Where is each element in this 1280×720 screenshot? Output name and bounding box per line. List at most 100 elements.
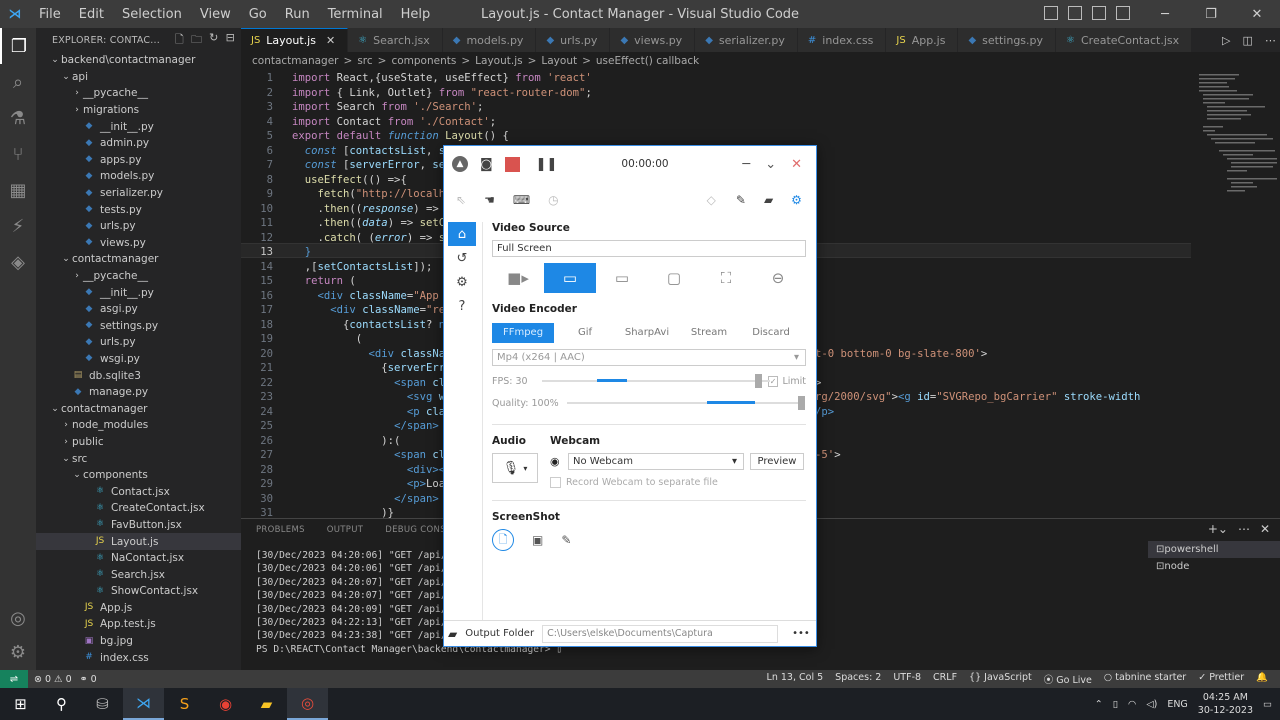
tree-file[interactable]: ◆ urls.py	[36, 218, 241, 235]
tab-models-py[interactable]: ◆ models.py	[442, 28, 537, 52]
encoder-tab-gif[interactable]: Gif	[554, 323, 616, 343]
settings-gear-icon[interactable]: ⚙	[0, 634, 36, 670]
language-indicator[interactable]: ENG	[1167, 699, 1187, 710]
tree-file[interactable]: ◆ wsgi.py	[36, 351, 241, 368]
tab-settings-py[interactable]: ◆ settings.py	[958, 28, 1057, 52]
toggle-panel-icon[interactable]	[1068, 6, 1082, 20]
status-item[interactable]: CRLF	[933, 672, 957, 686]
clock[interactable]: 04:25 AM 30-12-2023	[1198, 691, 1253, 717]
disk-app-icon[interactable]: ⛁	[82, 688, 123, 720]
chrome-taskbar-icon[interactable]: ◉	[205, 688, 246, 720]
breadcrumb-item[interactable]: Layout	[541, 55, 577, 71]
tree-file[interactable]: ◆ __init__.py	[36, 118, 241, 135]
tab-urls-py[interactable]: ◆ urls.py	[536, 28, 611, 52]
webcam-select[interactable]: No Webcam ▾	[568, 453, 744, 470]
code-line[interactable]: import Contact from './Contact';	[292, 116, 496, 128]
menu-view[interactable]: View	[191, 7, 240, 22]
extensions-icon[interactable]: ▦	[0, 172, 36, 208]
close-tab-icon[interactable]: ✕	[326, 34, 335, 47]
new-file-icon[interactable]: 🗋	[175, 31, 184, 50]
tree-file[interactable]: ◆ asgi.py	[36, 301, 241, 318]
tree-folder[interactable]: ⌄ components	[36, 467, 241, 484]
toggle-sidebar-icon[interactable]	[1044, 6, 1058, 20]
status-item[interactable]: ○ tabnine starter	[1104, 672, 1186, 686]
fps-slider-knob[interactable]	[754, 374, 762, 388]
close-panel-icon[interactable]: ✕	[1260, 522, 1270, 536]
tree-folder[interactable]: › migrations	[36, 102, 241, 119]
code-line[interactable]: .catch( (error) => set	[292, 232, 458, 244]
output-folder-path[interactable]: C:\Users\elske\Documents\Captura	[542, 624, 779, 643]
code-line[interactable]: <p>Loadi	[292, 478, 458, 490]
code-line[interactable]: import { Link, Outlet} from "react-route…	[292, 87, 592, 99]
panel-tab-problems[interactable]: PROBLEMS	[256, 525, 305, 535]
run-icon[interactable]: ▷	[1222, 34, 1230, 47]
customize-layout-icon[interactable]	[1116, 6, 1130, 20]
tree-file[interactable]: JS App.test.js	[36, 616, 241, 633]
windows-start-icon[interactable]: ⊞	[0, 688, 41, 720]
pen-icon[interactable]: ✎	[736, 193, 746, 207]
notifications-icon[interactable]: ▭	[1263, 699, 1272, 710]
code-line[interactable]: <div></	[292, 464, 452, 476]
sublime-taskbar-icon[interactable]: S	[164, 688, 205, 720]
fps-slider[interactable]	[541, 374, 770, 388]
tree-file[interactable]: ◆ apps.py	[36, 152, 241, 169]
tree-file[interactable]: ◆ __init__.py	[36, 284, 241, 301]
tree-file[interactable]: JS App.js	[36, 600, 241, 617]
tree-folder[interactable]: ⌄ src	[36, 450, 241, 467]
captura-minimize-icon[interactable]: ─	[742, 157, 750, 172]
tab-serializer-py[interactable]: ◆ serializer.py	[695, 28, 798, 52]
code-line[interactable]: <div className="rela	[292, 304, 458, 316]
microphone-dropdown[interactable]: 🎙 ▾	[492, 453, 538, 483]
tree-file[interactable]: ⚛ NaContact.jsx	[36, 550, 241, 567]
tree-file[interactable]: # index.css	[36, 649, 241, 666]
encoder-tab-ffmpeg[interactable]: FFmpeg	[492, 323, 554, 343]
status-item[interactable]: Spaces: 2	[835, 672, 881, 686]
keystrokes-icon[interactable]: ⌨	[513, 193, 530, 207]
remote-icon[interactable]: ⚡	[0, 208, 36, 244]
close-icon[interactable]: ✕	[1234, 7, 1280, 22]
refresh-icon[interactable]: ↻	[209, 31, 218, 50]
tree-folder[interactable]: › node_modules	[36, 417, 241, 434]
docker-icon[interactable]: ◈	[0, 244, 36, 280]
menu-file[interactable]: File	[30, 7, 70, 22]
code-line[interactable]: return (	[292, 275, 356, 287]
usb-icon[interactable]: ▯	[1113, 699, 1118, 710]
file-explorer-taskbar-icon[interactable]: ▰	[246, 688, 287, 720]
help-icon[interactable]: ?	[448, 294, 476, 318]
click-hand-icon[interactable]: ☚	[484, 193, 495, 207]
region-source-icon[interactable]: ⛶	[700, 263, 752, 293]
preview-button[interactable]: Preview	[750, 453, 804, 470]
tree-file[interactable]: ▤ db.sqlite3	[36, 367, 241, 384]
cursor-icon[interactable]: ⇖	[456, 193, 466, 207]
save-to-disk-icon[interactable]: 🗋	[492, 529, 514, 551]
codec-select[interactable]: Mp4 (x264 | AAC) ▾	[492, 349, 806, 366]
tree-file[interactable]: ◆ manage.py	[36, 384, 241, 401]
tree-file[interactable]: ◆ settings.py	[36, 318, 241, 335]
output-folder-icon[interactable]: ▰	[448, 627, 457, 641]
code-line[interactable]: fetch("http://localhos	[292, 188, 458, 200]
tab-search-jsx[interactable]: ⚛ Search.jsx	[348, 28, 443, 52]
menu-terminal[interactable]: Terminal	[319, 7, 392, 22]
vscode-taskbar-icon[interactable]: ⋊	[123, 688, 164, 720]
code-line[interactable]: (	[292, 333, 362, 345]
code-line[interactable]: useEffect(() =>{	[292, 174, 407, 186]
region-icon[interactable]: ◇	[707, 193, 716, 207]
history-icon[interactable]: ↺	[448, 246, 476, 270]
menu-selection[interactable]: Selection	[113, 7, 191, 22]
collapse-up-icon[interactable]: ▲	[452, 156, 468, 172]
screenshot-camera-icon[interactable]: ◙	[480, 157, 493, 172]
code-line[interactable]: const [contactsList, set	[292, 145, 458, 157]
source-control-icon[interactable]: ⑂	[0, 136, 36, 172]
pause-icon[interactable]: ❚❚	[536, 157, 558, 172]
panel-more-icon[interactable]: ⋯	[1238, 522, 1250, 536]
accounts-icon[interactable]: ◎	[0, 600, 36, 636]
captura-close-icon[interactable]: ✕	[791, 157, 802, 172]
captura-taskbar-icon[interactable]: ◎	[287, 688, 328, 720]
webcam-source-icon[interactable]: ■▸	[492, 263, 544, 293]
breadcrumb-item[interactable]: contactmanager	[252, 55, 339, 71]
toggle-secondary-sidebar-icon[interactable]	[1092, 6, 1106, 20]
breadcrumb-item[interactable]: useEffect() callback	[596, 55, 699, 71]
status-item[interactable]: UTF-8	[893, 672, 921, 686]
record-webcam-checkbox[interactable]	[550, 477, 561, 488]
notification-bell-icon[interactable]: 🔔	[1256, 672, 1268, 686]
